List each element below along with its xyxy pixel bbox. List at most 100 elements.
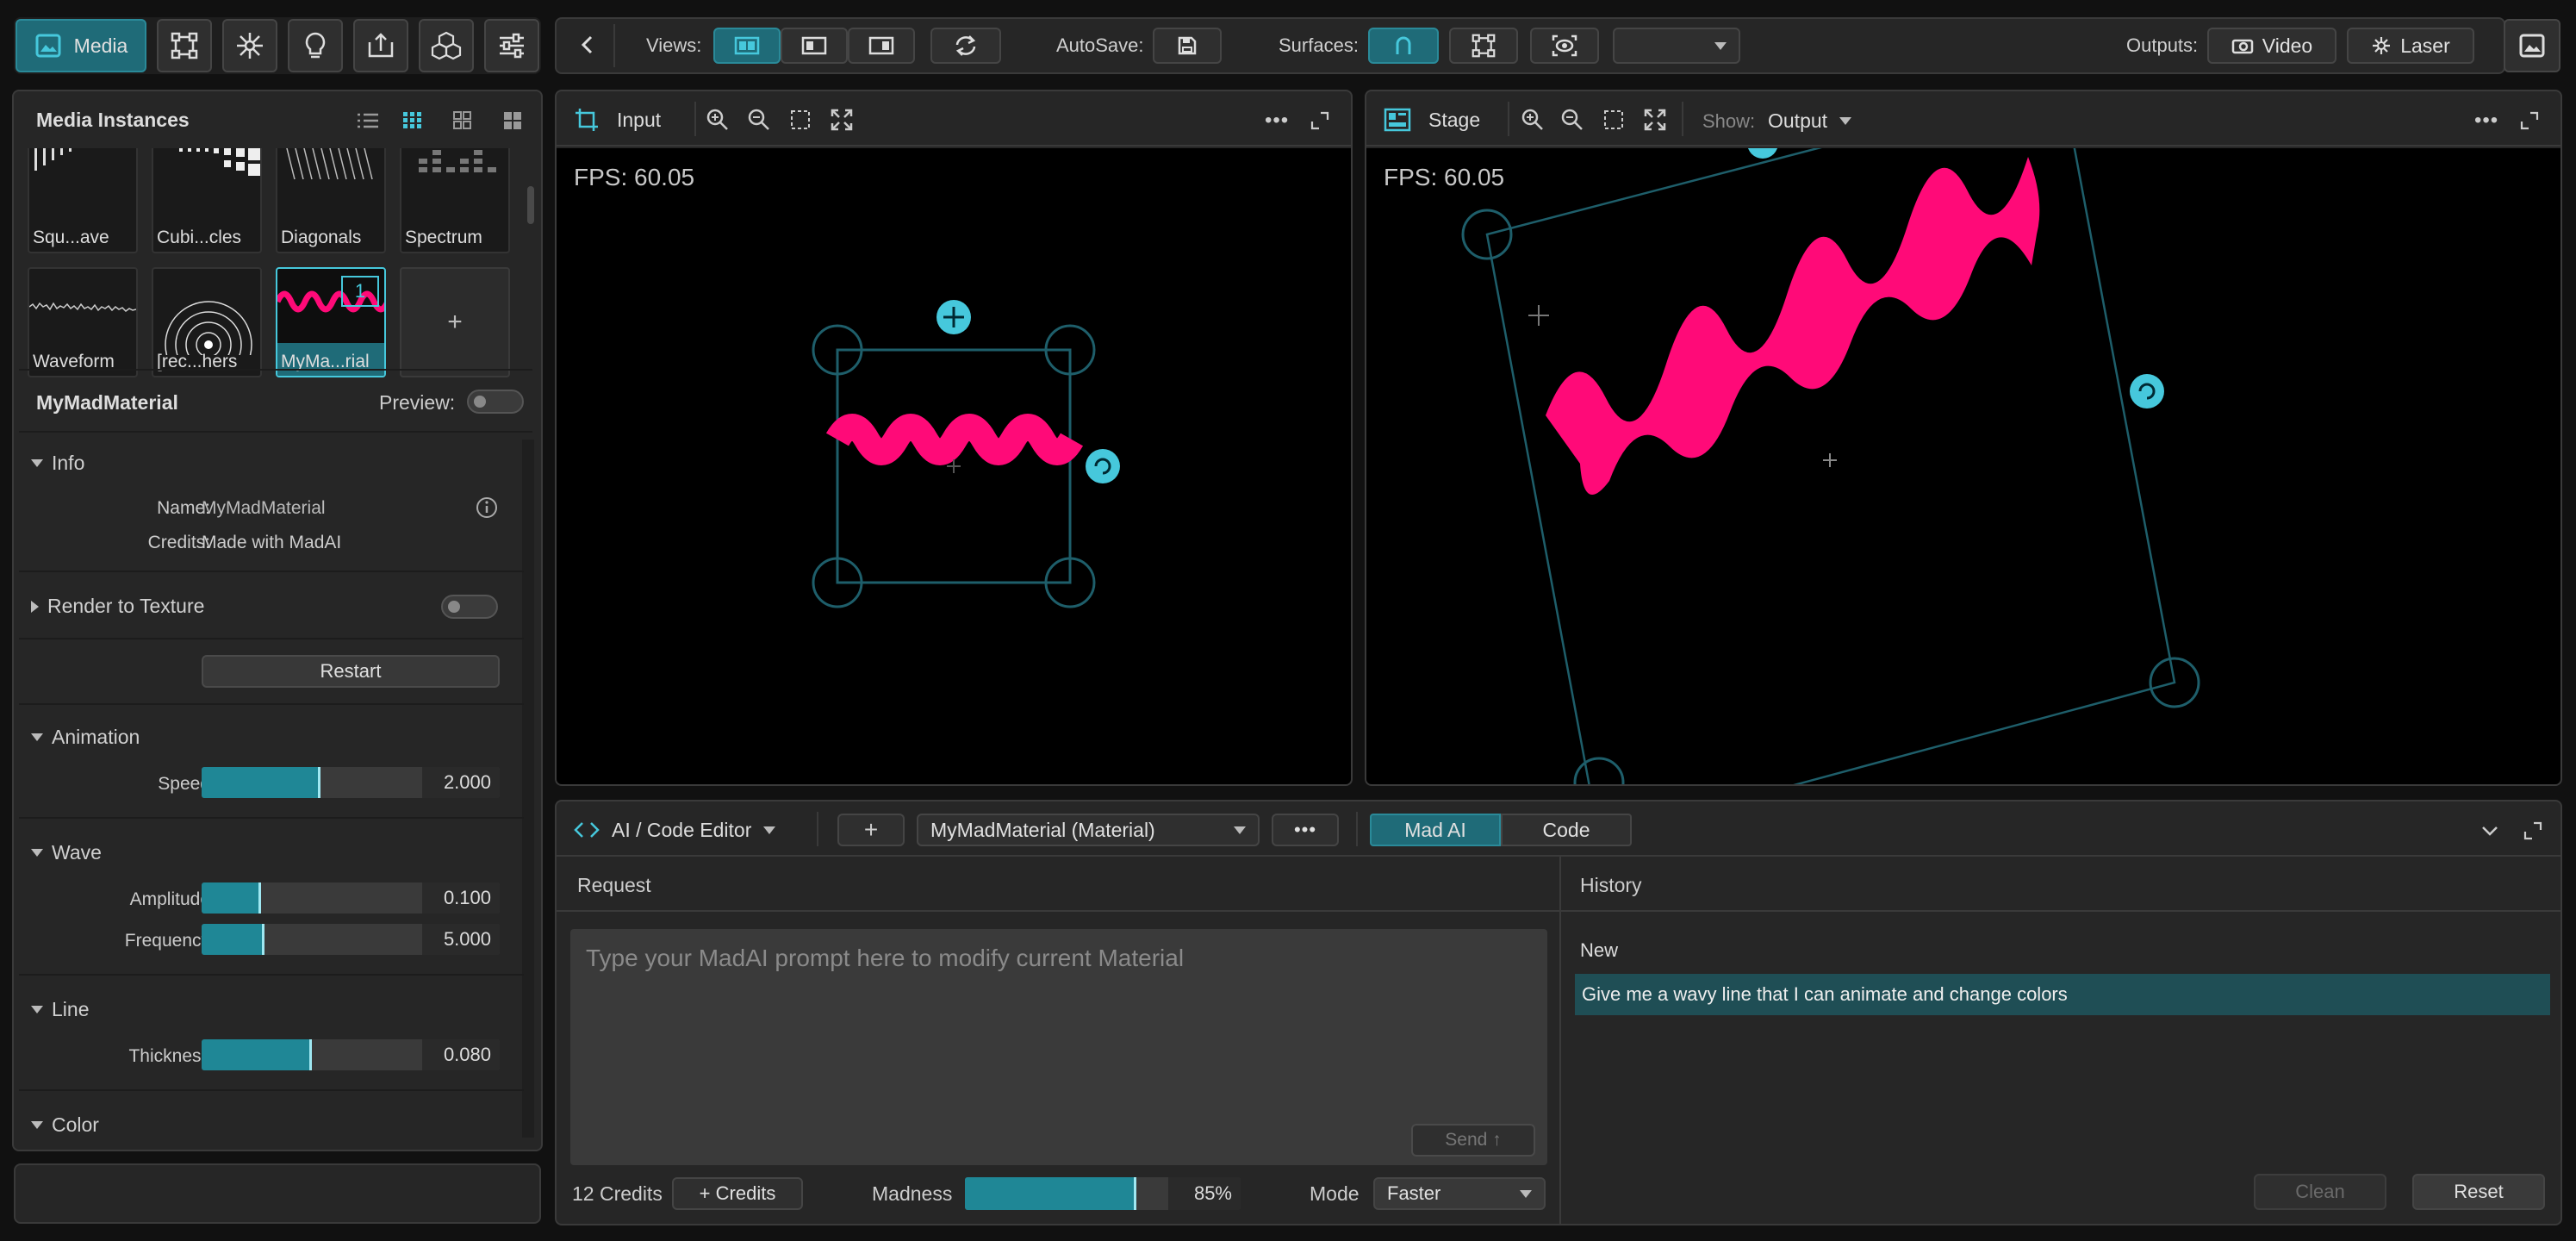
more-options-button[interactable]: ••• [1272,814,1339,846]
thickness-slider[interactable]: 0.080 [202,1039,500,1070]
zoom-out-icon[interactable] [744,105,774,134]
view-layout-3-button[interactable] [848,28,915,64]
line-section-header[interactable]: Line [31,998,89,1021]
amplitude-label: Amplitude [129,889,210,909]
thumb-rec-others[interactable]: [rec...hers [152,267,262,377]
prompt-input[interactable]: Type your MadAI prompt here to modify cu… [570,929,1547,1165]
corner-handle[interactable] [1573,757,1625,784]
tab-mad-ai[interactable]: Mad AI [1370,814,1501,846]
speed-value[interactable]: 2.000 [422,767,500,798]
output-button[interactable] [353,19,408,72]
thumb-waveform[interactable]: Waveform [28,267,138,377]
madness-slider[interactable]: 85% [965,1177,1241,1210]
thumb-square-wave[interactable]: Squ...ave [28,148,138,253]
settings-button[interactable] [484,19,539,72]
madness-value[interactable]: 85% [1168,1177,1241,1210]
render-texture-header[interactable]: Render to Texture [31,595,204,618]
frequency-slider[interactable]: 5.000 [202,924,500,955]
history-new[interactable]: New [1580,939,1618,962]
preview-toggle[interactable] [467,390,524,414]
input-tab-label[interactable]: Input [617,109,661,132]
info-icon[interactable] [474,495,500,521]
input-canvas [812,300,1120,608]
rotate-handle-icon[interactable] [2130,374,2164,408]
properties-scrollbar[interactable] [522,440,534,1138]
add-media-button[interactable]: + [400,267,510,377]
render-texture-toggle[interactable] [441,595,498,619]
fit-all-icon[interactable] [827,105,856,134]
clean-button[interactable]: Clean [2254,1174,2386,1210]
editor-title-dropdown[interactable]: AI / Code Editor [574,815,776,845]
mode-value: Faster [1387,1182,1441,1204]
thumb-cubicles[interactable]: Cubi...cles [152,148,262,253]
fit-selection-icon[interactable] [1599,105,1628,134]
thumbnail-scrollbar[interactable] [527,186,534,224]
mode-select[interactable]: Faster [1373,1177,1546,1210]
color-section-label: Color [52,1113,99,1136]
speed-slider[interactable]: 2.000 [202,767,500,798]
view-layout-1-button[interactable] [713,28,781,64]
chevron-down-icon [31,849,43,857]
expand-icon[interactable] [2521,819,2545,843]
fit-selection-icon[interactable] [786,105,815,134]
thumb-spectrum[interactable]: Spectrum [400,148,510,253]
sparkle-icon [235,31,264,60]
reset-button[interactable]: Reset [2412,1174,2545,1210]
lights-button[interactable] [288,19,343,72]
grid-medium-icon[interactable] [450,109,476,133]
send-button[interactable]: Send ↑ [1411,1124,1535,1157]
modules-button[interactable] [419,19,474,72]
thumb-mymadmaterial[interactable]: 1 MyMa...rial [276,267,386,377]
grid-large-icon[interactable] [500,109,526,133]
view-layout-2-button[interactable] [781,28,848,64]
back-chevron-icon[interactable] [576,33,600,57]
move-handle-icon[interactable] [1747,148,1778,159]
more-options-icon[interactable]: ••• [1265,109,1289,133]
thickness-value[interactable]: 0.080 [422,1039,500,1070]
surface-magnet-button[interactable] [1368,28,1439,64]
effects-button[interactable] [222,19,277,72]
wave-section-header[interactable]: Wave [31,841,102,864]
surface-select-button[interactable] [1449,28,1518,64]
show-dropdown[interactable]: Output [1768,107,1852,134]
stage-viewport[interactable]: FPS: 60.05 [1366,148,2560,784]
expand-icon[interactable] [2517,109,2542,133]
video-output-button[interactable]: Video [2207,28,2336,64]
grid-small-icon[interactable] [400,109,426,133]
amplitude-slider[interactable]: 0.100 [202,882,500,914]
surface-dropdown[interactable] [1613,28,1740,64]
surface-transform-button[interactable] [157,19,212,72]
laser-output-button[interactable]: Laser [2347,28,2474,64]
swap-views-button[interactable] [930,28,1001,64]
collapse-chevron-icon[interactable] [2478,819,2502,843]
thumb-diagonals[interactable]: Diagonals [276,148,386,253]
frequency-value[interactable]: 5.000 [422,924,500,955]
tab-code[interactable]: Code [1501,814,1632,846]
stage-canvas [1461,148,2200,784]
history-item[interactable]: Give me a wavy line that I can animate a… [1575,974,2550,1015]
material-select[interactable]: MyMadMaterial (Material) [917,814,1260,846]
add-credits-button[interactable]: + Credits [672,1177,803,1210]
restart-button[interactable]: Restart [202,655,500,688]
more-options-icon[interactable]: ••• [2474,109,2498,133]
zoom-out-icon[interactable] [1558,105,1587,134]
fit-all-icon[interactable] [1640,105,1670,134]
amplitude-value[interactable]: 0.100 [422,882,500,914]
media-button[interactable]: Media [16,19,146,72]
autosave-button[interactable] [1153,28,1222,64]
zoom-in-icon[interactable] [703,105,732,134]
more-options-icon: ••• [1293,819,1317,840]
zoom-in-icon[interactable] [1518,105,1547,134]
gallery-button[interactable] [2504,19,2560,72]
expand-icon[interactable] [1308,109,1332,133]
surface-view-button[interactable] [1530,28,1599,64]
add-button[interactable]: + [837,814,905,846]
color-section-header[interactable]: Color [31,1113,99,1137]
rotate-handle-icon[interactable] [1086,449,1120,483]
list-view-icon[interactable] [355,109,381,133]
move-handle-icon[interactable] [936,300,971,334]
animation-section-header[interactable]: Animation [31,726,140,749]
info-section-header[interactable]: Info [31,452,84,475]
stage-tab-label[interactable]: Stage [1428,109,1480,132]
input-viewport[interactable]: FPS: 60.05 [557,148,1351,784]
